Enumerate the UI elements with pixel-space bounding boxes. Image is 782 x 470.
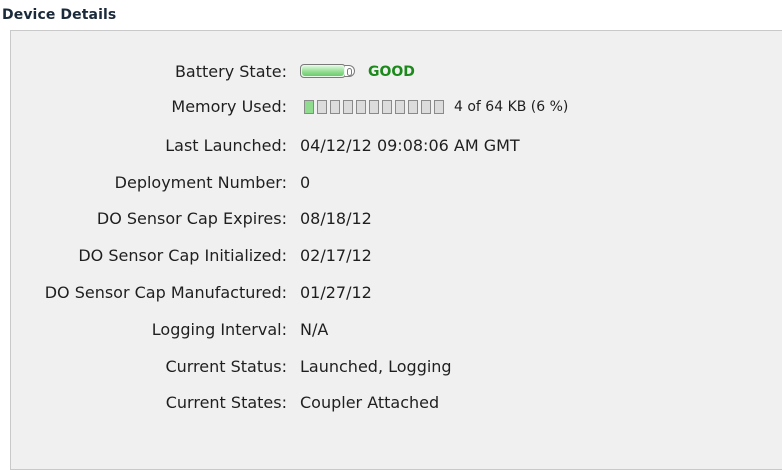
logging-interval-value: N/A <box>300 320 329 339</box>
memory-segment <box>304 100 314 114</box>
memory-segment <box>330 100 340 114</box>
memory-segment <box>356 100 366 114</box>
cap-initialized-value: 02/17/12 <box>300 246 372 265</box>
memory-used-text: 4 of 64 KB (6 %) <box>454 99 569 115</box>
cap-manufactured-value: 01/27/12 <box>300 283 372 302</box>
battery-status-text: GOOD <box>368 64 415 80</box>
memory-segment <box>343 100 353 114</box>
cap-expires-value: 08/18/12 <box>300 209 372 228</box>
detail-row-deployment-number: Deployment Number: 0 <box>0 170 782 196</box>
battery-fill <box>302 66 344 76</box>
last-launched-label: Last Launched: <box>165 136 287 155</box>
current-states-label: Current States: <box>165 393 287 412</box>
detail-row-cap-manufactured: DO Sensor Cap Manufactured: 01/27/12 <box>0 280 782 306</box>
memory-segment <box>408 100 418 114</box>
logging-interval-label: Logging Interval: <box>151 320 287 339</box>
detail-row-current-status: Current Status: Launched, Logging <box>0 354 782 380</box>
detail-row-logging-interval: Logging Interval: N/A <box>0 317 782 343</box>
memory-segment <box>369 100 379 114</box>
battery-state-label: Battery State: <box>174 62 287 81</box>
memory-used-row: Memory Used: 4 of 64 KB (6 %) <box>0 94 782 120</box>
battery-state-row: Battery State: GOOD <box>0 59 782 85</box>
deployment-number-label: Deployment Number: <box>114 173 287 192</box>
current-status-value: Launched, Logging <box>300 357 452 376</box>
cap-initialized-label: DO Sensor Cap Initialized: <box>78 246 287 265</box>
memory-segment <box>421 100 431 114</box>
detail-row-last-launched: Last Launched: 04/12/12 09:08:06 AM GMT <box>0 133 782 159</box>
memory-segment <box>395 100 405 114</box>
detail-row-cap-expires: DO Sensor Cap Expires: 08/18/12 <box>0 206 782 232</box>
battery-cap <box>345 65 355 77</box>
last-launched-value: 04/12/12 09:08:06 AM GMT <box>300 136 520 155</box>
detail-row-current-states: Current States: Coupler Attached <box>0 390 782 416</box>
section-title: Device Details <box>2 7 117 23</box>
memory-segment <box>382 100 392 114</box>
cap-expires-label: DO Sensor Cap Expires: <box>96 209 287 228</box>
current-status-label: Current Status: <box>165 357 287 376</box>
memory-segment <box>434 100 444 114</box>
detail-row-cap-initialized: DO Sensor Cap Initialized: 02/17/12 <box>0 243 782 269</box>
memory-segment <box>317 100 327 114</box>
memory-meter <box>304 100 444 114</box>
cap-manufactured-label: DO Sensor Cap Manufactured: <box>44 283 287 302</box>
current-states-value: Coupler Attached <box>300 393 440 412</box>
battery-icon <box>300 64 362 80</box>
memory-used-label: Memory Used: <box>171 97 287 116</box>
battery-body <box>300 64 346 78</box>
deployment-number-value: 0 <box>300 173 311 192</box>
